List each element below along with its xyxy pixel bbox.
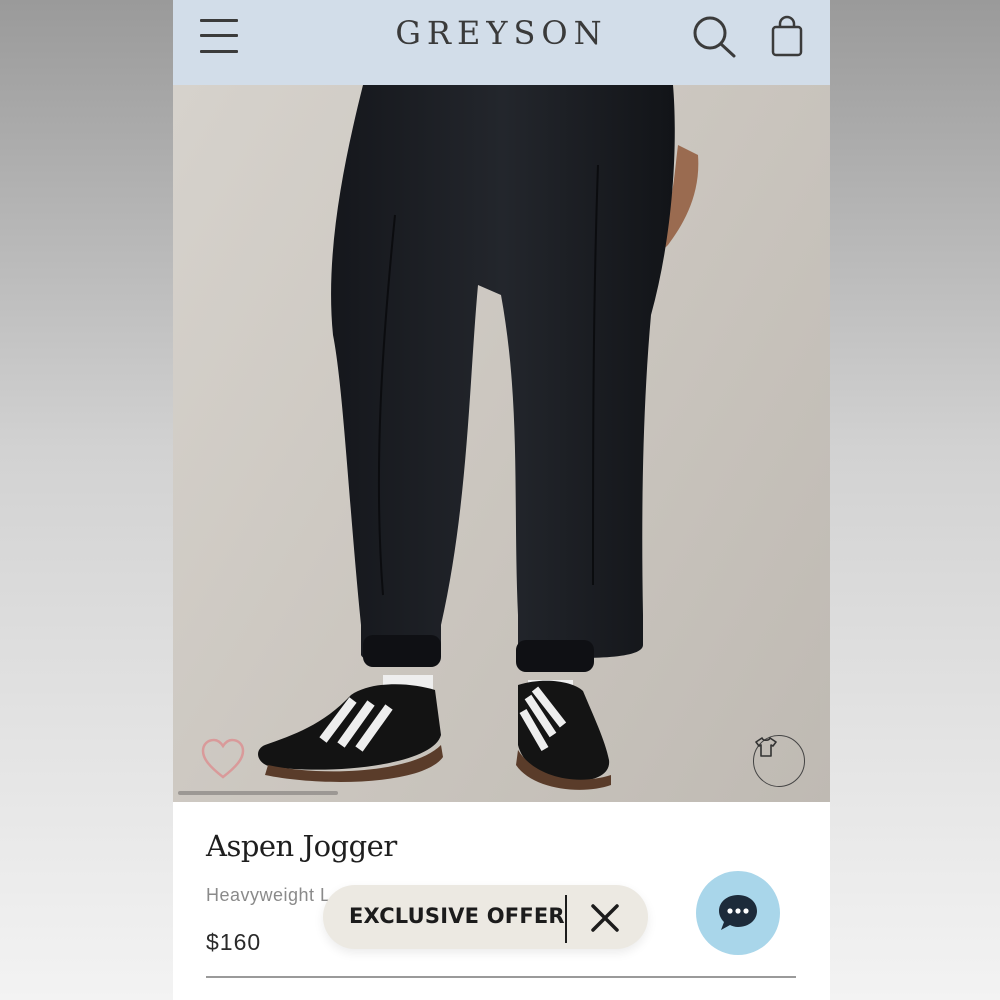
- chat-bubble-icon: [719, 895, 757, 930]
- product-page: GREYSON Aspen Jogger Heavyweight L $160 …: [173, 0, 830, 1000]
- close-icon[interactable]: [588, 902, 622, 934]
- product-subtitle: Heavyweight L: [206, 885, 331, 905]
- search-icon[interactable]: [691, 14, 737, 60]
- chat-button[interactable]: [696, 871, 780, 955]
- left-backdrop: [0, 0, 173, 1000]
- image-scroll-indicator: [178, 791, 338, 795]
- exclusive-offer-banner[interactable]: EXCLUSIVE OFFER: [323, 885, 648, 949]
- tshirt-icon[interactable]: [753, 735, 805, 787]
- product-price: $160: [206, 929, 262, 955]
- right-backdrop: [830, 0, 1000, 1000]
- jogger-illustration: [258, 85, 699, 790]
- divider: [206, 976, 796, 978]
- shopping-bag-icon[interactable]: [770, 14, 804, 60]
- product-name: Aspen Jogger: [206, 829, 397, 863]
- offer-separator: [565, 895, 567, 943]
- product-photo[interactable]: [173, 85, 830, 802]
- wishlist-heart-icon[interactable]: [200, 737, 246, 781]
- exclusive-offer-label: EXCLUSIVE OFFER: [349, 904, 565, 928]
- site-header: GREYSON: [173, 0, 830, 85]
- product-info: Aspen Jogger Heavyweight L $160 EXCLUSIV…: [173, 802, 830, 1000]
